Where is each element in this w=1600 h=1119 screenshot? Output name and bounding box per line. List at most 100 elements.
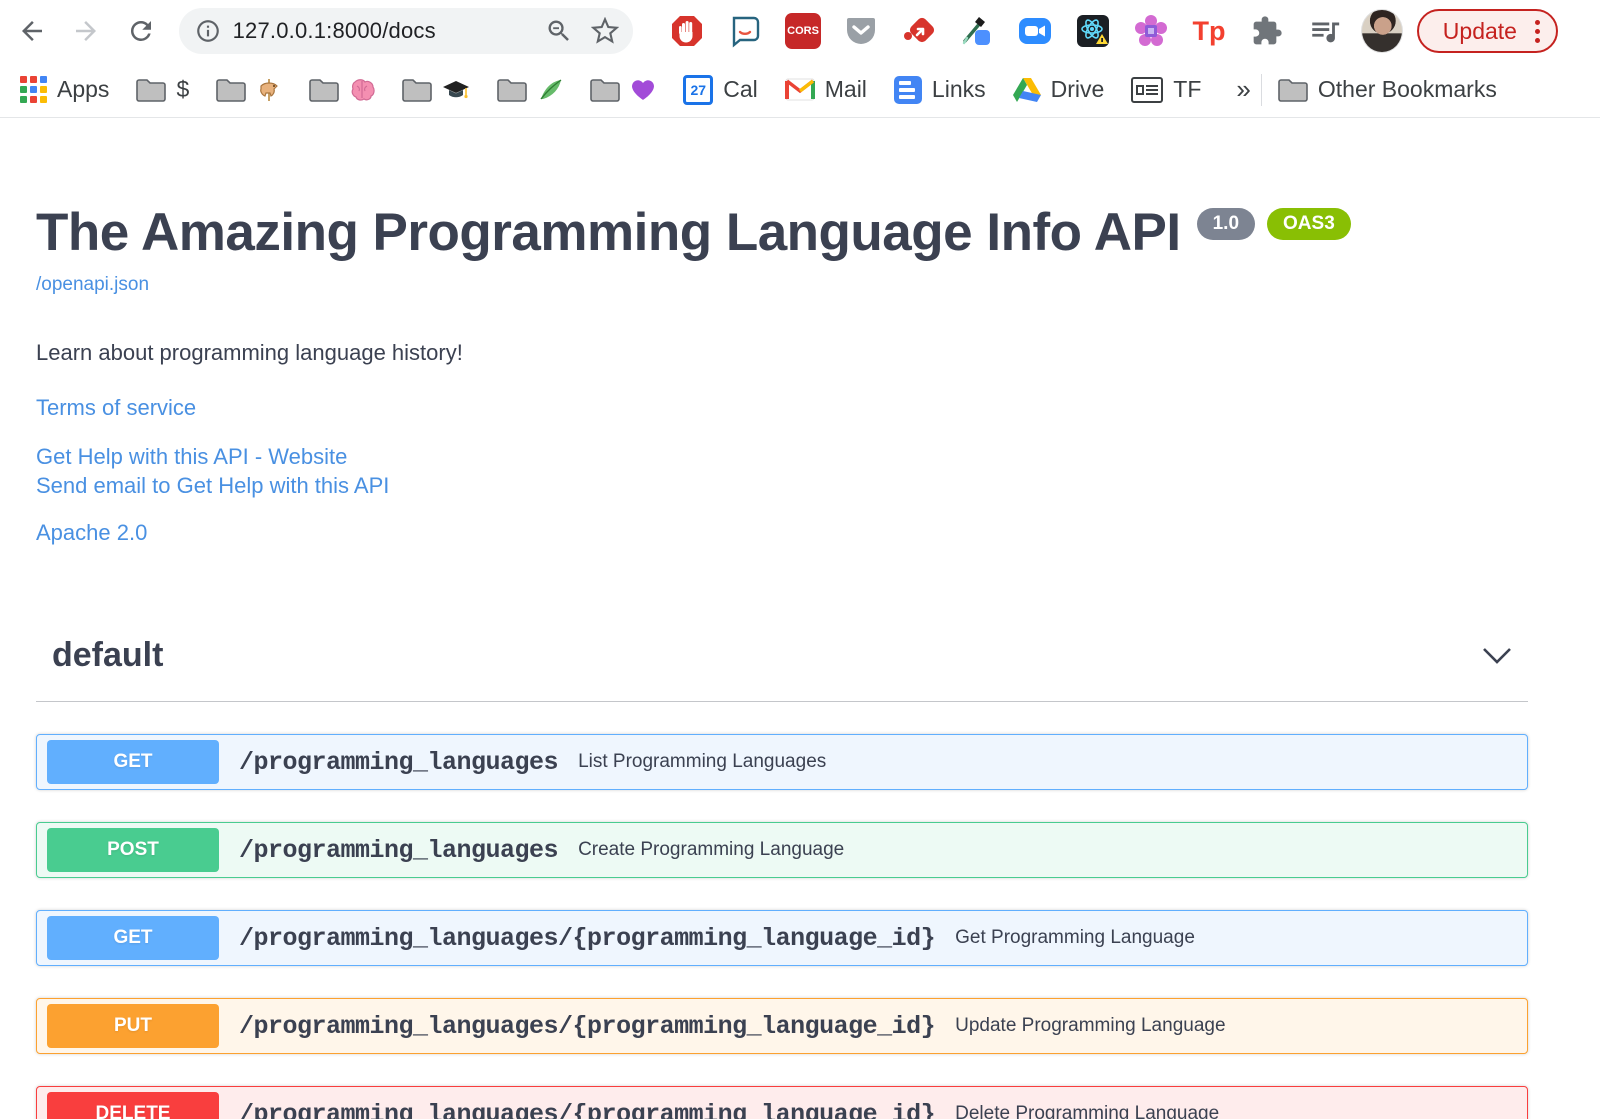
gmail-icon bbox=[784, 78, 815, 101]
bookmark-folder-dollar[interactable]: $ bbox=[136, 76, 189, 103]
playlist-icon[interactable] bbox=[1307, 13, 1343, 49]
endpoint-row-create-language[interactable]: POST /programming_languages Create Progr… bbox=[36, 822, 1528, 879]
update-button[interactable]: Update bbox=[1416, 9, 1558, 53]
bookmark-label: Cal bbox=[723, 76, 758, 102]
method-badge: DELETE bbox=[47, 1092, 219, 1119]
folder-icon bbox=[309, 78, 340, 102]
bookmark-drive[interactable]: Drive bbox=[1012, 76, 1105, 103]
other-bookmarks[interactable]: Other Bookmarks bbox=[1278, 76, 1497, 103]
bookmark-links[interactable]: Links bbox=[893, 75, 986, 104]
chevron-down-icon[interactable] bbox=[1482, 647, 1512, 665]
bookmark-label: TF bbox=[1173, 76, 1202, 102]
tp-icon[interactable]: Tp bbox=[1191, 13, 1227, 49]
endpoint-row-update-language[interactable]: PUT /programming_languages/{programming_… bbox=[36, 998, 1528, 1055]
bookmark-folder-purple-heart[interactable] bbox=[590, 78, 656, 102]
method-badge: GET bbox=[47, 740, 219, 785]
pocket-icon[interactable] bbox=[843, 13, 879, 49]
url-text[interactable]: 127.0.0.1:8000/docs bbox=[233, 18, 436, 44]
bookmarks-bar: Apps $ 27 Cal Mail Links Drive TF » Othe… bbox=[0, 62, 1600, 118]
section-header-default[interactable]: default bbox=[36, 636, 1528, 703]
flower-icon[interactable] bbox=[1133, 13, 1169, 49]
video-camera-icon[interactable] bbox=[1017, 13, 1053, 49]
back-icon[interactable] bbox=[16, 14, 48, 48]
bookmark-label: Links bbox=[931, 76, 986, 102]
tp-label: Tp bbox=[1192, 15, 1226, 46]
tf-icon bbox=[1131, 76, 1164, 103]
url-bar[interactable]: 127.0.0.1:8000/docs bbox=[178, 8, 634, 54]
bookmark-label: Mail bbox=[824, 76, 867, 102]
carousel-horse-icon bbox=[260, 78, 279, 101]
bookmark-mail[interactable]: Mail bbox=[784, 76, 867, 103]
extensions-strip: CORS Tp bbox=[669, 13, 1343, 49]
endpoint-row-list-languages[interactable]: GET /programming_languages List Programm… bbox=[36, 734, 1528, 791]
method-badge: GET bbox=[47, 916, 219, 961]
calendar-icon: 27 bbox=[683, 74, 714, 105]
herb-icon bbox=[540, 78, 562, 99]
badge-group: 1.0 OAS3 bbox=[1196, 208, 1351, 240]
endpoint-path[interactable]: /programming_languages bbox=[239, 748, 559, 777]
folder-icon bbox=[590, 78, 621, 102]
bookmark-folder-brain[interactable] bbox=[309, 78, 375, 102]
endpoint-summary: List Programming Languages bbox=[578, 751, 827, 773]
forward-icon[interactable] bbox=[70, 14, 102, 48]
shortcut-icon[interactable] bbox=[901, 13, 937, 49]
help-website-link[interactable]: Get Help with this API - Website bbox=[36, 442, 347, 471]
swagger-page: The Amazing Programming Language Info AP… bbox=[0, 203, 1600, 1119]
bookmark-folder-herb[interactable] bbox=[497, 77, 563, 103]
apps-grid-icon bbox=[20, 76, 47, 103]
folder-icon bbox=[1278, 78, 1308, 102]
bookmarks-overflow-icon[interactable]: » bbox=[1236, 74, 1250, 105]
endpoint-summary: Create Programming Language bbox=[578, 839, 845, 861]
chat-bubble-icon[interactable] bbox=[727, 13, 763, 49]
method-badge: PUT bbox=[47, 1004, 219, 1049]
more-menu-icon[interactable] bbox=[1534, 19, 1540, 43]
bookmark-folder-carousel-horse[interactable] bbox=[216, 77, 282, 103]
zoom-out-icon[interactable] bbox=[545, 17, 573, 45]
oas3-badge: OAS3 bbox=[1267, 208, 1351, 240]
bookmark-apps[interactable]: Apps bbox=[20, 76, 109, 103]
method-badge: POST bbox=[47, 828, 219, 873]
bookmark-label: Other Bookmarks bbox=[1317, 76, 1497, 102]
bookmark-label: Apps bbox=[57, 76, 110, 102]
reload-icon[interactable] bbox=[124, 14, 156, 48]
eyedropper-icon[interactable] bbox=[959, 13, 995, 49]
brain-icon bbox=[351, 78, 375, 101]
profile-avatar[interactable] bbox=[1361, 9, 1403, 53]
folder-icon bbox=[402, 78, 433, 102]
bookmark-folder-graduation-cap[interactable] bbox=[402, 78, 470, 102]
help-email-link[interactable]: Send email to Get Help with this API bbox=[36, 471, 389, 500]
endpoint-path[interactable]: /programming_languages/{programming_lang… bbox=[239, 924, 936, 953]
update-label: Update bbox=[1442, 17, 1517, 44]
bookmark-label: Drive bbox=[1050, 76, 1105, 102]
api-description: Learn about programming language history… bbox=[36, 340, 463, 366]
bookmark-star-icon[interactable] bbox=[591, 17, 620, 45]
cors-icon[interactable]: CORS bbox=[785, 13, 822, 49]
links-icon bbox=[893, 75, 922, 104]
cors-label: CORS bbox=[787, 25, 819, 37]
purple-heart-icon bbox=[632, 79, 655, 100]
endpoint-summary: Delete Programming Language bbox=[955, 1103, 1220, 1119]
adblock-icon[interactable] bbox=[669, 13, 705, 49]
terms-of-service-link[interactable]: Terms of service bbox=[36, 395, 196, 421]
bookmark-calendar[interactable]: 27 Cal bbox=[683, 74, 758, 105]
section-title: default bbox=[52, 636, 164, 675]
endpoint-path[interactable]: /programming_languages bbox=[239, 836, 559, 865]
site-info-icon[interactable] bbox=[195, 18, 221, 44]
folder-icon bbox=[216, 78, 247, 102]
license-link[interactable]: Apache 2.0 bbox=[36, 520, 147, 546]
react-devtools-icon[interactable] bbox=[1075, 13, 1111, 49]
version-badge: 1.0 bbox=[1196, 208, 1256, 240]
endpoint-row-delete-language[interactable]: DELETE /programming_languages/{programmi… bbox=[36, 1086, 1528, 1119]
endpoint-path[interactable]: /programming_languages/{programming_lang… bbox=[239, 1012, 936, 1041]
browser-toolbar: 127.0.0.1:8000/docs CORS Tp Update bbox=[0, 0, 1600, 62]
endpoint-row-get-language[interactable]: GET /programming_languages/{programming_… bbox=[36, 910, 1528, 967]
drive-icon bbox=[1012, 78, 1041, 102]
title-row: The Amazing Programming Language Info AP… bbox=[36, 203, 1528, 262]
page-title: The Amazing Programming Language Info AP… bbox=[36, 203, 1181, 262]
graduation-cap-icon bbox=[443, 80, 470, 98]
bookmark-tf[interactable]: TF bbox=[1131, 76, 1201, 103]
folder-icon bbox=[497, 78, 528, 102]
openapi-spec-link[interactable]: /openapi.json bbox=[36, 274, 149, 296]
puzzle-icon[interactable] bbox=[1249, 13, 1285, 49]
endpoint-path[interactable]: /programming_languages/{programming_lang… bbox=[239, 1100, 936, 1119]
